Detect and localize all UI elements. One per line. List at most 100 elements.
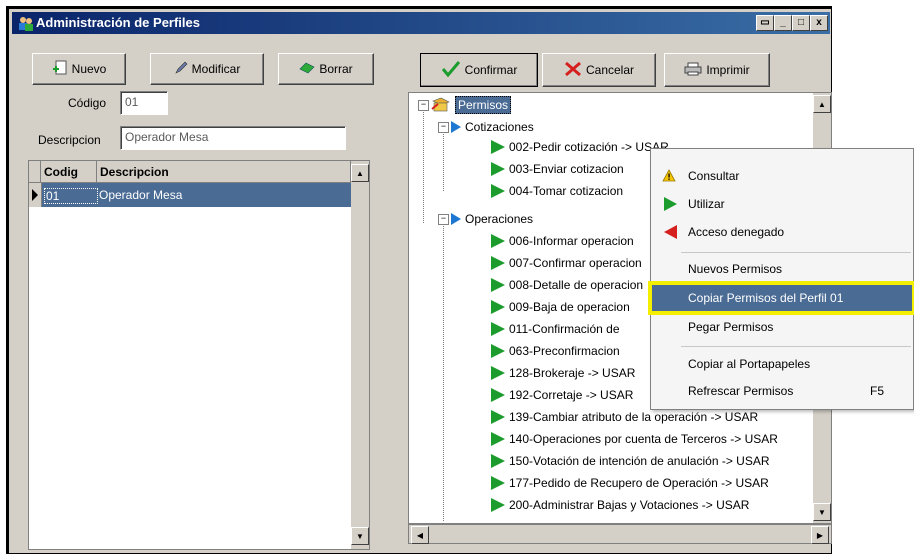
- tree-item[interactable]: 192-Corretaje -> USAR: [491, 385, 633, 405]
- item-label: 007-Confirmar operacion: [509, 256, 642, 270]
- minimize-button[interactable]: _: [774, 15, 792, 31]
- descripcion-label: Descripcion: [38, 133, 101, 147]
- context-menu: Consultar Utilizar Acceso denegado Nuevo…: [648, 148, 914, 410]
- borrar-label: Borrar: [319, 62, 353, 76]
- tree-item[interactable]: 009-Baja de operacion: [491, 297, 630, 317]
- scroll-up-icon[interactable]: ▲: [813, 95, 831, 113]
- item-label: 004-Tomar cotizacion: [509, 184, 624, 198]
- blue-arrow-icon: [451, 213, 461, 225]
- printer-icon: [684, 62, 702, 79]
- restore-icon[interactable]: ▭: [756, 15, 774, 31]
- tree-group-cotizaciones[interactable]: Cotizaciones: [451, 117, 534, 137]
- tree-item[interactable]: 150-Votación de intención de anulación -…: [491, 451, 770, 471]
- tree-item[interactable]: 006-Informar operacion: [491, 231, 634, 251]
- green-arrow-icon: [491, 322, 505, 336]
- tree-hscrollbar[interactable]: ◀ ▶: [408, 524, 832, 544]
- pencil-icon: [174, 61, 188, 78]
- scroll-right-icon[interactable]: ▶: [811, 526, 829, 544]
- tree-item[interactable]: 003-Enviar cotizacion: [491, 159, 624, 179]
- grid-indicator-header: [29, 161, 41, 183]
- confirmar-label: Confirmar: [464, 63, 518, 77]
- item-label: 009-Baja de operacion: [509, 300, 630, 314]
- modificar-label: Modificar: [191, 62, 241, 76]
- tree-item[interactable]: 007-Confirmar operacion: [491, 253, 642, 273]
- nuevo-button[interactable]: Nuevo: [32, 53, 126, 85]
- cancelar-button[interactable]: Cancelar: [542, 53, 656, 87]
- tree-item[interactable]: 128-Brokeraje -> USAR: [491, 363, 635, 383]
- scroll-up-icon[interactable]: ▲: [351, 164, 369, 182]
- green-arrow-icon: [491, 278, 505, 292]
- green-arrow-icon: [491, 498, 505, 512]
- menu-item-pegar-permisos[interactable]: Pegar Permisos: [652, 314, 912, 340]
- green-arrow-icon: [491, 300, 505, 314]
- item-label: 002-Pedir cotización -> USAR: [509, 140, 669, 154]
- scroll-down-icon[interactable]: ▼: [813, 503, 831, 521]
- collapse-cotizaciones-icon[interactable]: −: [438, 122, 449, 133]
- key-folder-icon: [431, 95, 451, 116]
- imprimir-button[interactable]: Imprimir: [664, 53, 770, 87]
- cancel-x-icon: [564, 61, 582, 80]
- item-label: 192-Corretaje -> USAR: [509, 388, 634, 402]
- menu-separator: [681, 346, 911, 347]
- confirmar-button[interactable]: Confirmar: [420, 53, 538, 87]
- borrar-button[interactable]: Borrar: [278, 53, 374, 85]
- red-arrow-icon: [664, 225, 677, 239]
- item-label: 008-Detalle de operacion: [509, 278, 644, 292]
- tree-item[interactable]: 011-Confirmación de: [491, 319, 620, 339]
- tree-line: [423, 107, 425, 223]
- group-label: Operaciones: [465, 212, 534, 226]
- item-label: 177-Pedido de Recupero de Operación -> U…: [509, 476, 769, 490]
- profiles-grid[interactable]: Codig Descripcion 01 Operador Mesa ▲ ▼: [28, 160, 370, 550]
- item-label: 200-Administrar Bajas y Votaciones -> US…: [509, 498, 750, 512]
- close-button[interactable]: x: [810, 15, 828, 31]
- tree-line: [443, 221, 445, 521]
- descripcion-field[interactable]: Operador Mesa: [120, 126, 346, 150]
- menu-item-refrescar-permisos[interactable]: Refrescar Permisos F5: [652, 378, 912, 404]
- scroll-left-icon[interactable]: ◀: [411, 526, 429, 544]
- collapse-root-icon[interactable]: −: [418, 100, 429, 111]
- tree-item[interactable]: 140-Operaciones por cuenta de Terceros -…: [491, 429, 778, 449]
- tree-item[interactable]: 177-Pedido de Recupero de Operación -> U…: [491, 473, 769, 493]
- menu-item-copiar-permisos[interactable]: Copiar Permisos del Perfil 01: [648, 281, 914, 315]
- green-arrow-icon: [491, 344, 505, 358]
- menu-item-consultar[interactable]: Consultar: [652, 163, 912, 189]
- tree-item[interactable]: 063-Preconfirmacion: [491, 341, 620, 361]
- table-row[interactable]: 01 Operador Mesa: [29, 183, 351, 207]
- menu-item-nuevos-permisos[interactable]: Nuevos Permisos: [652, 256, 912, 282]
- maximize-button[interactable]: □: [792, 15, 810, 31]
- item-label: 011-Confirmación de: [509, 322, 620, 336]
- green-arrow-icon: [491, 432, 505, 446]
- cell-descripcion: Operador Mesa: [99, 188, 183, 202]
- green-arrow-icon: [491, 184, 505, 198]
- tree-item[interactable]: 002-Pedir cotización -> USAR: [491, 137, 669, 157]
- group-label: Cotizaciones: [465, 120, 534, 134]
- green-arrow-icon: [491, 234, 505, 248]
- item-label: 140-Operaciones por cuenta de Terceros -…: [509, 432, 778, 446]
- tree-root-permisos[interactable]: Permisos: [431, 95, 512, 116]
- tree-item[interactable]: 008-Detalle de operacion: [491, 275, 643, 295]
- title-bar[interactable]: Administración de Perfiles ▭ _ □ x: [12, 12, 830, 34]
- window-title: Administración de Perfiles: [36, 15, 200, 30]
- menu-item-acceso-denegado[interactable]: Acceso denegado: [652, 219, 912, 245]
- new-document-icon: [52, 60, 68, 79]
- item-label: 128-Brokeraje -> USAR: [509, 366, 636, 380]
- menu-label: Utilizar: [688, 197, 725, 211]
- codigo-field[interactable]: 01: [120, 91, 168, 115]
- modificar-button[interactable]: Modificar: [150, 53, 264, 85]
- collapse-operaciones-icon[interactable]: −: [438, 214, 449, 225]
- grid-header-descripcion[interactable]: Descripcion: [97, 161, 351, 183]
- green-arrow-icon: [491, 454, 505, 468]
- tree-group-operaciones[interactable]: Operaciones: [451, 209, 533, 229]
- grid-scrollbar[interactable]: ▲ ▼: [351, 161, 369, 549]
- menu-item-copiar-portapapeles[interactable]: Copiar al Portapapeles: [652, 351, 912, 377]
- grid-header-codigo[interactable]: Codig: [41, 161, 97, 183]
- tree-item[interactable]: 139-Cambiar atributo de la operación -> …: [491, 407, 758, 427]
- warning-icon: [662, 169, 676, 185]
- tree-item[interactable]: 004-Tomar cotizacion: [491, 181, 623, 201]
- scroll-down-icon[interactable]: ▼: [351, 527, 369, 545]
- menu-item-utilizar[interactable]: Utilizar: [652, 191, 912, 217]
- tree-item[interactable]: 200-Administrar Bajas y Votaciones -> US…: [491, 495, 749, 515]
- blue-arrow-icon: [451, 121, 461, 133]
- item-label: 003-Enviar cotizacion: [509, 162, 624, 176]
- eraser-icon: [299, 62, 315, 77]
